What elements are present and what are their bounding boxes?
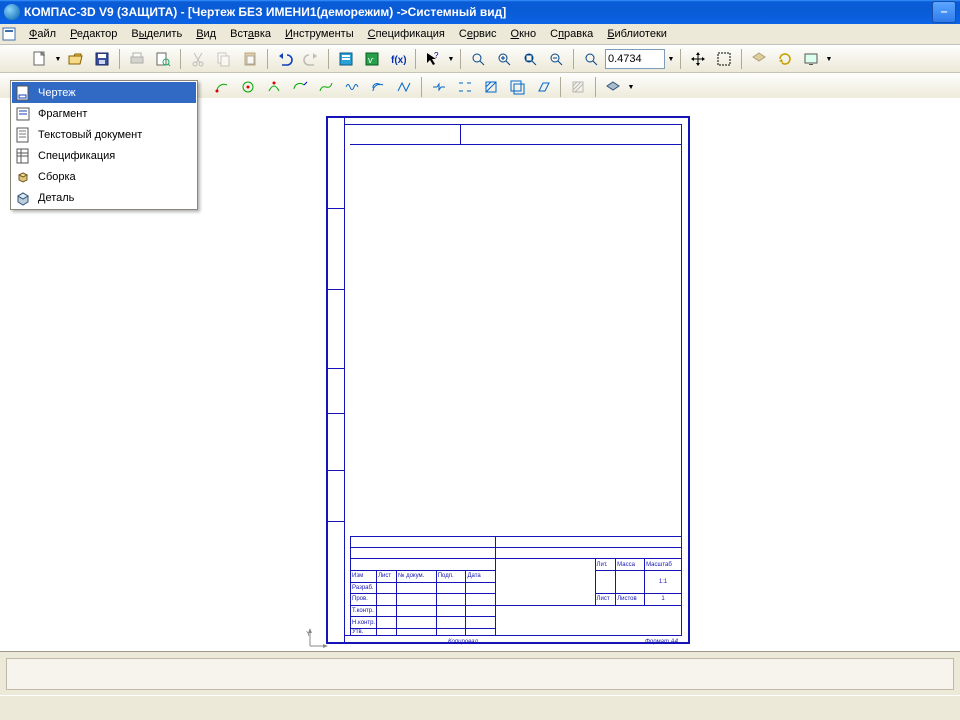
cursor-help-arrow[interactable]: ▼ (447, 48, 455, 70)
new-dropdown-arrow[interactable]: ▼ (54, 48, 62, 70)
spec-icon (14, 147, 32, 165)
arc-tool-4[interactable] (288, 75, 312, 99)
origin-marker: Y (306, 628, 328, 650)
variables-button[interactable]: ѵ (360, 47, 384, 71)
menu-bar: Файл Редактор Выделить Вид Вставка Инстр… (0, 24, 960, 45)
mdi-document-icon (2, 27, 18, 41)
new-drawing-item[interactable]: Чертеж (12, 82, 196, 103)
textdoc-icon (14, 126, 32, 144)
fragment-icon (14, 105, 32, 123)
paste-button[interactable] (238, 47, 262, 71)
toolbar-standard: ▼ ѵ f(x) ? ▼ ▼ ▼ (0, 45, 960, 73)
new-part-item[interactable]: Деталь (12, 187, 196, 208)
bottom-panel (0, 651, 960, 696)
undo-button[interactable] (273, 47, 297, 71)
new-fragment-item[interactable]: Фрагмент (12, 103, 196, 124)
display-button[interactable] (799, 47, 823, 71)
zoom-region-button[interactable] (712, 47, 736, 71)
menu-libs[interactable]: Библиотеки (600, 26, 674, 42)
copy-button[interactable] (212, 47, 236, 71)
zoom-in-button[interactable] (492, 47, 516, 71)
spline-tool[interactable] (314, 75, 338, 99)
wave-tool[interactable] (340, 75, 364, 99)
hatch-tool[interactable] (566, 75, 590, 99)
cursor-help-button[interactable]: ? (421, 47, 445, 71)
title-bar: КОМПАС-3D V9 (ЗАЩИТА) - [Чертеж БЕЗ ИМЕН… (0, 0, 960, 24)
display-dropdown-arrow[interactable]: ▼ (825, 48, 833, 70)
layer-view-arrow[interactable]: ▼ (627, 76, 635, 98)
zoom-window-button[interactable] (466, 47, 490, 71)
layers-button[interactable] (747, 47, 771, 71)
new-document-menu: Чертеж Фрагмент Текстовый документ Специ… (10, 80, 198, 210)
sheet-left-strip (328, 118, 345, 642)
zoom-fit-button[interactable] (518, 47, 542, 71)
cut-button[interactable] (186, 47, 210, 71)
new-drawing-label: Чертеж (38, 87, 76, 99)
parallelogram-tool[interactable] (531, 75, 555, 99)
svg-text:?: ? (434, 51, 439, 60)
break-tool-1[interactable] (427, 75, 451, 99)
print-preview-button[interactable] (151, 47, 175, 71)
menu-file[interactable]: Файл (22, 26, 63, 42)
app-icon (4, 4, 20, 20)
new-part-label: Деталь (38, 192, 74, 204)
break-tool-2[interactable] (453, 75, 477, 99)
polyline-tool[interactable] (392, 75, 416, 99)
title-block: Лит.МассаМасштаб ИзмЛист № докум.Подп. Д… (350, 536, 682, 636)
menu-help[interactable]: Справка (543, 26, 600, 42)
new-assembly-item[interactable]: Сборка (12, 166, 196, 187)
drawing-icon (14, 84, 32, 102)
sheet-frame: Лит.МассаМасштаб ИзмЛист № докум.Подп. Д… (326, 116, 690, 644)
new-spec-label: Спецификация (38, 150, 115, 162)
menu-editor[interactable]: Редактор (63, 26, 124, 42)
new-textdoc-item[interactable]: Текстовый документ (12, 124, 196, 145)
minimize-button[interactable]: ‒ (932, 1, 956, 23)
frame-tool[interactable] (505, 75, 529, 99)
save-button[interactable] (90, 47, 114, 71)
pan-button[interactable] (686, 47, 710, 71)
new-fragment-label: Фрагмент (38, 108, 87, 120)
zoom-input[interactable] (605, 49, 665, 69)
arc-tool-1[interactable] (210, 75, 234, 99)
status-bar (0, 695, 960, 720)
redo-button[interactable] (299, 47, 323, 71)
new-assembly-label: Сборка (38, 171, 76, 183)
sheet-footer-labels: КопировалФормат А4 (448, 639, 678, 645)
menu-insert[interactable]: Вставка (223, 26, 278, 42)
menu-service[interactable]: Сервис (452, 26, 504, 42)
properties-button[interactable] (334, 47, 358, 71)
zoom-scale-button[interactable] (579, 47, 603, 71)
open-button[interactable] (64, 47, 88, 71)
layer-view-button[interactable] (601, 75, 625, 99)
menu-window[interactable]: Окно (504, 26, 544, 42)
new-textdoc-label: Текстовый документ (38, 129, 142, 141)
menu-spec[interactable]: Спецификация (361, 26, 452, 42)
menu-view[interactable]: Вид (189, 26, 223, 42)
fx-button[interactable]: f(x) (386, 47, 410, 71)
svg-text:f(x): f(x) (391, 55, 406, 66)
zoom-out-button[interactable] (544, 47, 568, 71)
zoom-dropdown-arrow[interactable]: ▼ (667, 48, 675, 70)
hatch-rect-tool[interactable] (479, 75, 503, 99)
redraw-button[interactable] (773, 47, 797, 71)
new-spec-item[interactable]: Спецификация (12, 145, 196, 166)
equidistant-tool[interactable] (366, 75, 390, 99)
window-title: КОМПАС-3D V9 (ЗАЩИТА) - [Чертеж БЕЗ ИМЕН… (24, 5, 506, 19)
print-button[interactable] (125, 47, 149, 71)
arc-tool-2[interactable] (236, 75, 260, 99)
svg-text:ѵ: ѵ (368, 55, 374, 65)
part-icon (14, 189, 32, 207)
menu-select[interactable]: Выделить (124, 26, 189, 42)
assembly-icon (14, 168, 32, 186)
new-button[interactable] (28, 47, 52, 71)
arc-tool-3[interactable] (262, 75, 286, 99)
menu-tools[interactable]: Инструменты (278, 26, 361, 42)
svg-text:Y: Y (306, 631, 311, 638)
